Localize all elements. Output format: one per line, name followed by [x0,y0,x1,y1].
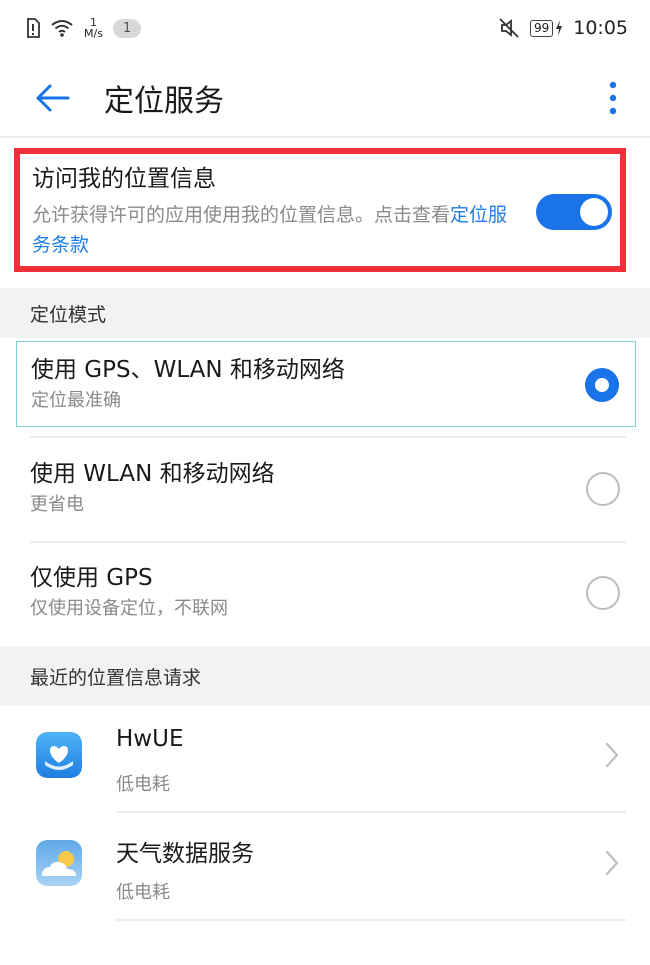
more-vertical-icon [609,81,617,115]
radio-button[interactable] [586,472,620,506]
more-options-button[interactable] [598,76,628,120]
app-bar: 定位服务 [0,60,650,136]
mode-option-gps-only[interactable]: 仅使用 GPS 仅使用设备定位，不联网 [16,550,636,636]
hwue-app-icon [36,732,82,778]
mode-option-wlan-mobile[interactable]: 使用 WLAN 和移动网络 更省电 [16,446,636,532]
status-bar: 1 M/s 1 99 10:05 [0,0,650,56]
battery-indicator: 99 [529,19,563,37]
radio-button-selected[interactable] [585,368,619,402]
notification-count-badge: 1 [112,18,142,38]
app-bar-divider [0,136,650,138]
toggle-knob [580,198,608,226]
mode-option-subtitle: 定位最准确 [31,390,121,411]
row-divider [116,919,626,921]
mute-icon [499,18,519,38]
app-name: HwUE [116,726,184,752]
access-location-title: 访问我的位置信息 [32,166,216,192]
access-location-description-text: 允许获得许可的应用使用我的位置信息。点击查看 [32,204,451,226]
sim-alert-icon [27,18,40,38]
mode-option-title: 使用 GPS、WLAN 和移动网络 [31,357,345,383]
battery-level: 99 [529,19,554,37]
chevron-right-icon [605,742,619,768]
mode-option-title: 使用 WLAN 和移动网络 [30,461,275,487]
mode-option-subtitle: 更省电 [30,494,84,515]
network-speed-unit: M/s [84,27,103,40]
chevron-right-icon [605,850,619,876]
mode-option-subtitle: 仅使用设备定位，不联网 [30,598,228,619]
recent-app-row-hwue[interactable]: HwUE 低电耗 [0,706,650,812]
page-title: 定位服务 [104,84,224,119]
location-mode-header: 定位模式 [0,288,650,338]
access-location-description: 允许获得许可的应用使用我的位置信息。点击查看定位服务条款 [32,200,512,260]
app-name: 天气数据服务 [116,841,254,867]
radio-button[interactable] [586,576,620,610]
app-power-usage: 低电耗 [116,882,170,903]
clock: 10:05 [573,17,628,39]
row-divider [30,541,626,543]
back-button[interactable] [30,76,74,120]
row-divider [30,436,626,438]
access-location-setting: 访问我的位置信息 允许获得许可的应用使用我的位置信息。点击查看定位服务条款 [14,148,626,272]
access-location-toggle[interactable] [536,194,612,230]
status-right: 99 10:05 [498,17,628,39]
location-mode-header-label: 定位模式 [30,303,107,326]
recent-requests-header: 最近的位置信息请求 [0,646,650,706]
back-arrow-icon [36,84,70,112]
charging-icon [556,20,563,36]
recent-app-row-weather[interactable]: 天气数据服务 低电耗 [0,814,650,920]
radio-dot [595,378,609,392]
recent-requests-header-label: 最近的位置信息请求 [30,666,202,689]
weather-app-icon [36,840,82,886]
app-power-usage: 低电耗 [116,774,170,795]
wifi-icon [51,20,73,37]
row-divider [116,811,626,813]
mode-option-gps-wlan-mobile[interactable]: 使用 GPS、WLAN 和移动网络 定位最准确 [16,341,636,427]
status-left: 1 M/s 1 [26,17,142,39]
mode-option-title: 仅使用 GPS [30,565,153,591]
network-speed: 1 M/s [84,17,103,39]
